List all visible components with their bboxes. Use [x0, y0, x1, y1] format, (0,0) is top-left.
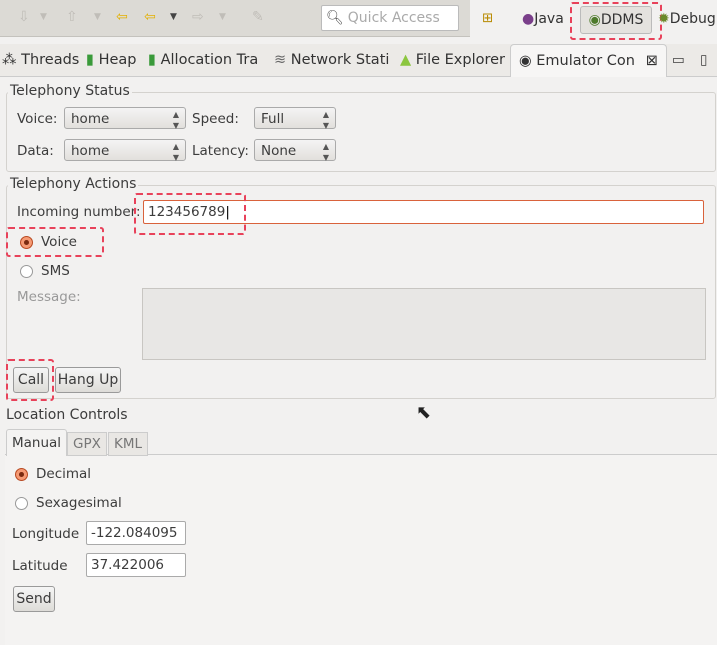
heap-icon: ▮	[86, 52, 94, 68]
sms-radio[interactable]	[20, 265, 33, 278]
last-edit-icon[interactable]: ⇦	[116, 9, 128, 25]
longitude-input[interactable]: -122.084095	[86, 521, 186, 545]
bug-icon: ✹	[658, 11, 670, 27]
incoming-number-label: Incoming number:	[17, 204, 141, 220]
location-controls-title: Location Controls	[6, 407, 128, 423]
latency-select[interactable]: None ▲ ▼	[254, 139, 336, 162]
longitude-label: Longitude	[12, 526, 80, 542]
spinner-icon: ▲ ▼	[322, 142, 329, 162]
emulator-icon: ◉	[519, 53, 532, 69]
sexagesimal-radio[interactable]	[15, 497, 28, 510]
decimal-radio[interactable]	[15, 468, 28, 481]
tab-allocation-tracker[interactable]: ▮ Allocation Tra	[148, 52, 258, 68]
view-tabs: ⁂ Threads ▮ Heap ▮ Allocation Tra ≋ Netw…	[0, 44, 717, 77]
highlight-voice	[6, 227, 104, 257]
minimize-icon[interactable]: ▭	[672, 52, 685, 68]
perspective-java[interactable]: ●Java	[522, 6, 564, 32]
prev-annotation-icon[interactable]: ⇧	[66, 9, 78, 25]
tab-kml[interactable]: KML	[108, 432, 149, 456]
voice-select[interactable]: home ▲ ▼	[64, 107, 186, 130]
data-label: Data:	[17, 143, 54, 159]
message-textarea[interactable]	[142, 288, 706, 360]
data-select[interactable]: home ▲ ▼	[64, 139, 186, 162]
dropdown-icon[interactable]: ▼	[219, 12, 226, 22]
java-icon: ●	[522, 11, 535, 27]
maximize-icon[interactable]: ▯	[700, 52, 707, 68]
spinner-icon: ▲ ▼	[172, 142, 179, 162]
speed-select[interactable]: Full ▲ ▼	[254, 107, 336, 130]
location-panel	[5, 454, 717, 645]
tab-manual[interactable]: Manual	[6, 429, 68, 456]
telephony-actions-title: Telephony Actions	[8, 176, 139, 192]
dropdown-icon[interactable]: ▼	[40, 12, 47, 22]
latitude-label: Latitude	[12, 558, 68, 574]
search-icon: 🔍︎	[326, 10, 344, 26]
tab-network-statistics[interactable]: ≋ Network Stati	[274, 52, 389, 68]
tab-gpx[interactable]: GPX	[67, 432, 107, 456]
close-icon[interactable]: ⊠	[646, 53, 658, 69]
latitude-input[interactable]: 37.422006	[86, 553, 186, 577]
quick-access-input[interactable]: 🔍︎ Quick Access	[321, 5, 459, 31]
highlight-incoming	[134, 193, 246, 235]
back-icon[interactable]: ⇦	[144, 9, 156, 25]
perspective-ddms[interactable]: ◉DDMS	[580, 6, 652, 34]
back-dropdown-icon[interactable]: ▼	[170, 12, 177, 22]
forward-icon[interactable]: ⇨	[192, 9, 204, 25]
tab-emulator-control[interactable]: ◉ Emulator Con ⊠	[510, 44, 667, 77]
hang-up-button[interactable]: Hang Up	[55, 367, 121, 393]
spinner-icon: ▲ ▼	[172, 110, 179, 130]
send-button[interactable]: Send	[13, 586, 55, 612]
decimal-label[interactable]: Decimal	[36, 466, 91, 482]
speed-label: Speed:	[192, 111, 239, 127]
dropdown-icon[interactable]: ▼	[94, 12, 101, 22]
highlight-call	[6, 359, 54, 401]
spinner-icon: ▲ ▼	[322, 110, 329, 130]
message-label: Message:	[17, 289, 81, 305]
open-perspective-icon[interactable]: ⊞	[482, 10, 493, 26]
threads-icon: ⁂	[2, 52, 17, 68]
tab-heap[interactable]: ▮ Heap	[86, 52, 137, 68]
android-icon: ▲	[400, 52, 412, 68]
allocation-icon: ▮	[148, 52, 156, 68]
perspective-debug[interactable]: ✹Debug	[658, 6, 716, 32]
telephony-status-title: Telephony Status	[8, 83, 132, 99]
tab-file-explorer[interactable]: ▲ File Explorer	[400, 52, 505, 68]
pin-editor-icon[interactable]: ✎	[252, 9, 264, 25]
wifi-icon: ≋	[274, 52, 287, 68]
sms-radio-label[interactable]: SMS	[41, 263, 70, 279]
ddms-icon: ◉	[588, 12, 601, 28]
next-annotation-icon[interactable]: ⇩	[18, 9, 30, 25]
voice-label: Voice:	[17, 111, 58, 127]
tab-threads[interactable]: ⁂ Threads	[2, 52, 79, 68]
mouse-cursor-icon: ⬉	[416, 402, 432, 423]
sexagesimal-label[interactable]: Sexagesimal	[36, 495, 122, 511]
latency-label: Latency:	[192, 143, 249, 159]
